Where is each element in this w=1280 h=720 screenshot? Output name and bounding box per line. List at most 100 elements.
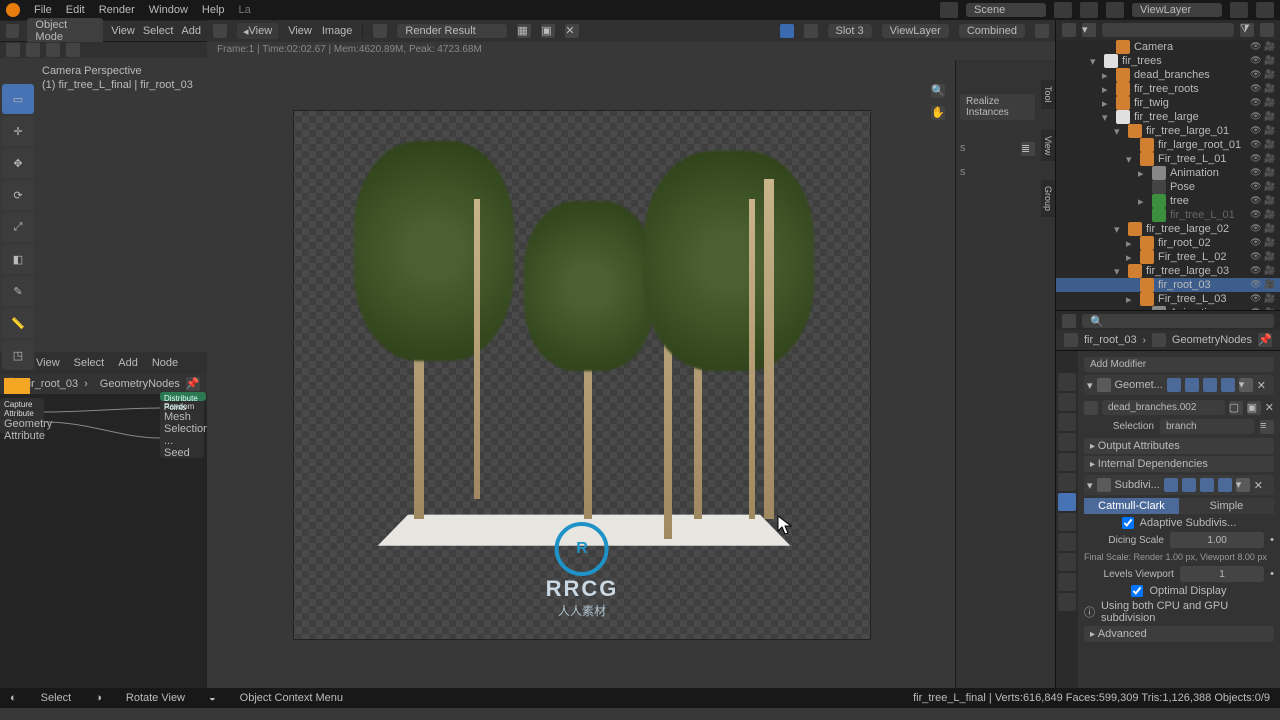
outliner-row[interactable]: ▸fir_root_02👁🎥 [1056, 236, 1280, 250]
mod-delete-icon[interactable]: ✕ [1257, 379, 1266, 392]
outliner-row[interactable]: ▾fir_trees👁🎥 [1056, 54, 1280, 68]
mod-extras-icon[interactable]: ▾ [1239, 378, 1253, 392]
restrict-select-icon[interactable]: 👁 [1250, 139, 1262, 151]
npanel-list-icon[interactable]: ≣ [1021, 142, 1035, 156]
image-open-icon[interactable]: ▣ [541, 24, 555, 38]
modifier-subdiv-header[interactable]: ▾ Subdivi... ▾ ✕ [1084, 475, 1274, 495]
subdiv-simple[interactable]: Simple [1179, 498, 1274, 514]
mod-render-icon[interactable] [1185, 378, 1199, 392]
restrict-select-icon[interactable]: 👁 [1250, 195, 1262, 207]
pass-select[interactable]: Combined [959, 24, 1025, 38]
menu-help[interactable]: Help [202, 4, 225, 16]
dicing-scale-field[interactable]: 1.00 [1170, 532, 1264, 548]
mod-realtime-icon[interactable] [1167, 378, 1181, 392]
node-menu-add[interactable]: Add [118, 357, 138, 369]
outliner-row[interactable]: Pose👁🎥 [1056, 180, 1280, 194]
view3d-menu-select[interactable]: Select [143, 25, 174, 37]
viewlayer-del-icon[interactable] [1256, 2, 1274, 18]
image-settings-icon[interactable] [1035, 24, 1049, 38]
restrict-select-icon[interactable]: 👁 [1250, 181, 1262, 193]
restrict-render-icon[interactable]: 🎥 [1264, 223, 1276, 235]
optimal-display-checkbox[interactable] [1131, 585, 1143, 597]
menu-edit[interactable]: Edit [66, 4, 85, 16]
restrict-select-icon[interactable]: 👁 [1250, 209, 1262, 221]
outliner-row[interactable]: ▸fir_twig👁🎥 [1056, 96, 1280, 110]
slot-select[interactable]: Slot 3 [828, 24, 872, 38]
outliner-row[interactable]: ▸Fir_tree_L_03👁🎥 [1056, 292, 1280, 306]
tab-object[interactable] [1058, 473, 1076, 491]
mod-cage-icon[interactable] [1221, 378, 1235, 392]
tool-annotate[interactable]: ✎ [2, 276, 34, 306]
restrict-render-icon[interactable]: 🎥 [1264, 69, 1276, 81]
menu-render[interactable]: Render [99, 4, 135, 16]
restrict-render-icon[interactable]: 🎥 [1264, 293, 1276, 305]
image-unlink-icon[interactable]: ✕ [565, 24, 579, 38]
levels-reset-icon[interactable]: • [1270, 568, 1274, 580]
props-crumb-object[interactable]: fir_root_03 [1084, 334, 1137, 346]
layer-select[interactable]: ViewLayer [882, 24, 949, 38]
restrict-render-icon[interactable]: 🎥 [1264, 153, 1276, 165]
restrict-render-icon[interactable]: 🎥 [1264, 279, 1276, 291]
restrict-select-icon[interactable]: 👁 [1250, 167, 1262, 179]
node-crumb-tree[interactable]: GeometryNodes [100, 378, 180, 390]
view3d-menu-add[interactable]: Add [181, 25, 201, 37]
node-menu-node[interactable]: Node [152, 357, 178, 369]
image-menu-view2[interactable]: View [288, 25, 312, 37]
selection-attr-toggle-icon[interactable]: ≡ [1260, 420, 1274, 434]
snap-icon[interactable] [46, 43, 60, 57]
view3d-menu-view[interactable]: View [111, 25, 135, 37]
restrict-render-icon[interactable]: 🎥 [1264, 237, 1276, 249]
advanced-toggle[interactable]: ▸ Advanced [1084, 626, 1274, 642]
viewlayer-icon[interactable] [1106, 2, 1124, 18]
restrict-render-icon[interactable]: 🎥 [1264, 209, 1276, 221]
nodetree-new-icon[interactable]: ▣ [1247, 401, 1261, 415]
outliner-row[interactable]: Camera👁🎥 [1056, 40, 1280, 54]
props-pin-icon[interactable]: 📌 [1258, 333, 1272, 347]
npanel-tab-group[interactable]: Group [1041, 180, 1055, 217]
tab-physics[interactable] [1058, 533, 1076, 551]
pan-icon[interactable]: ✋ [931, 106, 945, 120]
outliner-display-mode-icon[interactable]: ▾ [1082, 23, 1096, 37]
restrict-select-icon[interactable]: 👁 [1250, 237, 1262, 249]
outliner-row[interactable]: ▸Animation👁🎥 [1056, 166, 1280, 180]
outliner-filter-icon[interactable]: ⧩ [1240, 23, 1254, 37]
restrict-render-icon[interactable]: 🎥 [1264, 181, 1276, 193]
scene-del-icon[interactable] [1080, 2, 1098, 18]
npanel-tab-view[interactable]: View [1041, 130, 1055, 161]
subdiv-editmode-icon[interactable] [1200, 478, 1214, 492]
npanel-realize-instances[interactable]: Realize Instances [960, 94, 1035, 120]
outliner-row[interactable]: fir_root_03👁🎥 [1056, 278, 1280, 292]
adaptive-subdiv-checkbox[interactable] [1122, 517, 1134, 529]
subdiv-cage-icon[interactable] [1218, 478, 1232, 492]
tool-scale[interactable]: ⤢ [2, 212, 34, 242]
tab-constraints[interactable] [1058, 553, 1076, 571]
tab-render[interactable] [1058, 373, 1076, 391]
nodetree-fake-user-icon[interactable]: ▢ [1229, 401, 1243, 415]
image-new-icon[interactable]: ▦ [517, 24, 531, 38]
zoom-icon[interactable]: 🔍 [931, 84, 945, 98]
pivot-icon[interactable] [26, 43, 40, 57]
restrict-render-icon[interactable]: 🎥 [1264, 167, 1276, 179]
props-crumb-modifier[interactable]: GeometryNodes [1172, 334, 1252, 346]
tab-scene[interactable] [1058, 433, 1076, 451]
outliner-new-collection-icon[interactable] [1260, 23, 1274, 37]
outliner-row[interactable]: ▾fir_tree_large_01👁🎥 [1056, 124, 1280, 138]
scene-field[interactable]: Scene [966, 3, 1046, 17]
tool-add-cube[interactable]: ◳ [2, 340, 34, 370]
node-menu-select[interactable]: Select [74, 357, 105, 369]
editor-type-icon[interactable] [6, 24, 19, 38]
tool-measure[interactable]: 📏 [2, 308, 34, 338]
image-menu-view[interactable]: ◂ View [237, 23, 278, 39]
image-menu-image[interactable]: Image [322, 25, 353, 37]
scene-new-icon[interactable] [1054, 2, 1072, 18]
restrict-select-icon[interactable]: 👁 [1250, 55, 1262, 67]
outliner-row[interactable]: ▸tree👁🎥 [1056, 194, 1280, 208]
viewlayer-field[interactable]: ViewLayer [1132, 3, 1222, 17]
restrict-select-icon[interactable]: 👁 [1250, 69, 1262, 81]
tab-data[interactable] [1058, 573, 1076, 591]
outliner-row[interactable]: ▸fir_tree_roots👁🎥 [1056, 82, 1280, 96]
outliner-row[interactable]: ▾fir_tree_large👁🎥 [1056, 110, 1280, 124]
nodetree-browse-icon[interactable] [1084, 401, 1098, 415]
view3d-viewport[interactable]: ▭ ✛ ✥ ⟳ ⤢ ◧ ✎ 📏 ◳ Camera Perspective (1)… [0, 58, 207, 352]
tool-rotate[interactable]: ⟳ [2, 180, 34, 210]
